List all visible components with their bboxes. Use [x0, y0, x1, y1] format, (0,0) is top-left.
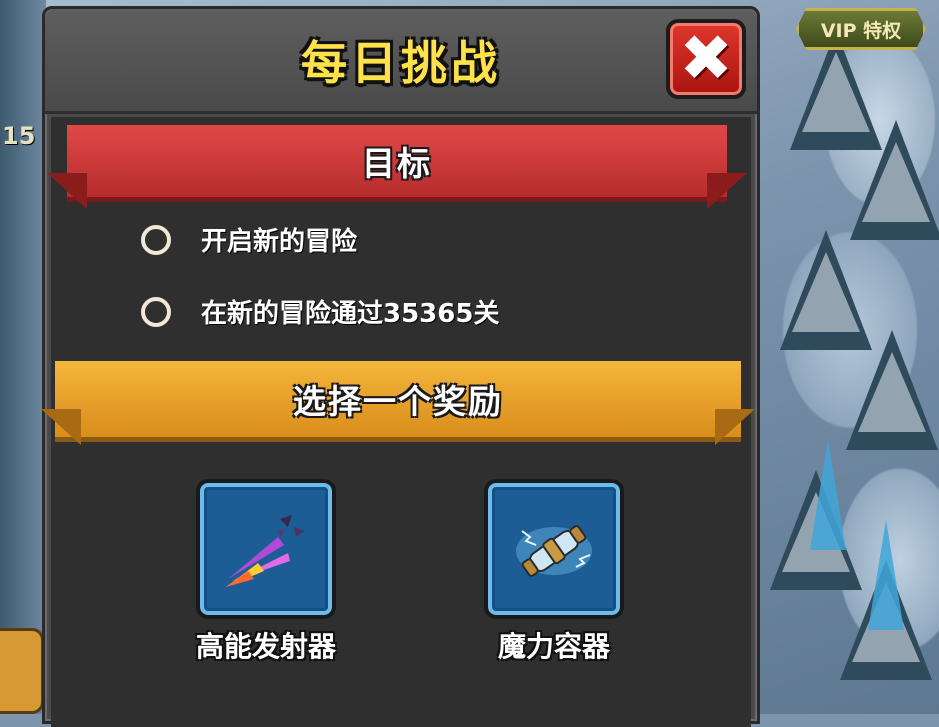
reward-card[interactable]	[484, 479, 624, 619]
snowy-tree	[846, 330, 938, 450]
objective-checkbox	[141, 296, 171, 327]
objective-item: 开启新的冒险	[141, 221, 357, 258]
ribbon-fold-left	[47, 173, 87, 209]
snowy-tree	[850, 120, 939, 240]
ice-crystal	[810, 440, 846, 550]
objective-checkbox	[141, 224, 171, 255]
daily-challenge-dialog: 每日挑战 ✖ 目标 开启新的冒险 在新的冒险通过35365关 选择一个奖励 高能…	[41, 6, 760, 727]
rewards-ribbon: 选择一个奖励	[41, 361, 755, 445]
objective-item: 在新的冒险通过35365关	[141, 293, 499, 330]
map-left-edge	[0, 0, 46, 714]
reward-option[interactable]: 魔力容器	[484, 479, 624, 665]
map-level-number: 15	[2, 122, 36, 150]
dialog-title: 每日挑战	[301, 36, 501, 90]
reward-label: 魔力容器	[497, 630, 610, 663]
close-icon: ✖	[679, 22, 733, 96]
objectives-ribbon: 目标	[47, 125, 747, 209]
ribbon-fold-left	[41, 409, 81, 445]
reward-card[interactable]	[196, 479, 336, 619]
ribbon-fold-right	[707, 173, 747, 209]
objectives-header: 目标	[362, 144, 432, 183]
reward-option[interactable]: 高能发射器	[196, 479, 336, 665]
ribbon-fold-right	[715, 409, 755, 445]
dialog-title-bar: 每日挑战 ✖	[45, 9, 757, 114]
close-button[interactable]: ✖	[666, 19, 746, 99]
objective-label: 在新的冒险通过35365关	[201, 299, 500, 329]
vip-privilege-button[interactable]: VIP 特权	[796, 8, 926, 50]
reward-label: 高能发射器	[196, 630, 337, 663]
magic-container-icon	[516, 525, 592, 577]
rewards-header: 选择一个奖励	[293, 382, 503, 421]
objective-label: 开启新的冒险	[201, 227, 358, 257]
rocket-launcher-icon	[226, 515, 304, 587]
map-side-button[interactable]	[0, 628, 44, 714]
dialog-content: 目标 开启新的冒险 在新的冒险通过35365关 选择一个奖励 高能发射器 魔力容…	[41, 117, 755, 727]
ice-crystal	[868, 520, 904, 630]
